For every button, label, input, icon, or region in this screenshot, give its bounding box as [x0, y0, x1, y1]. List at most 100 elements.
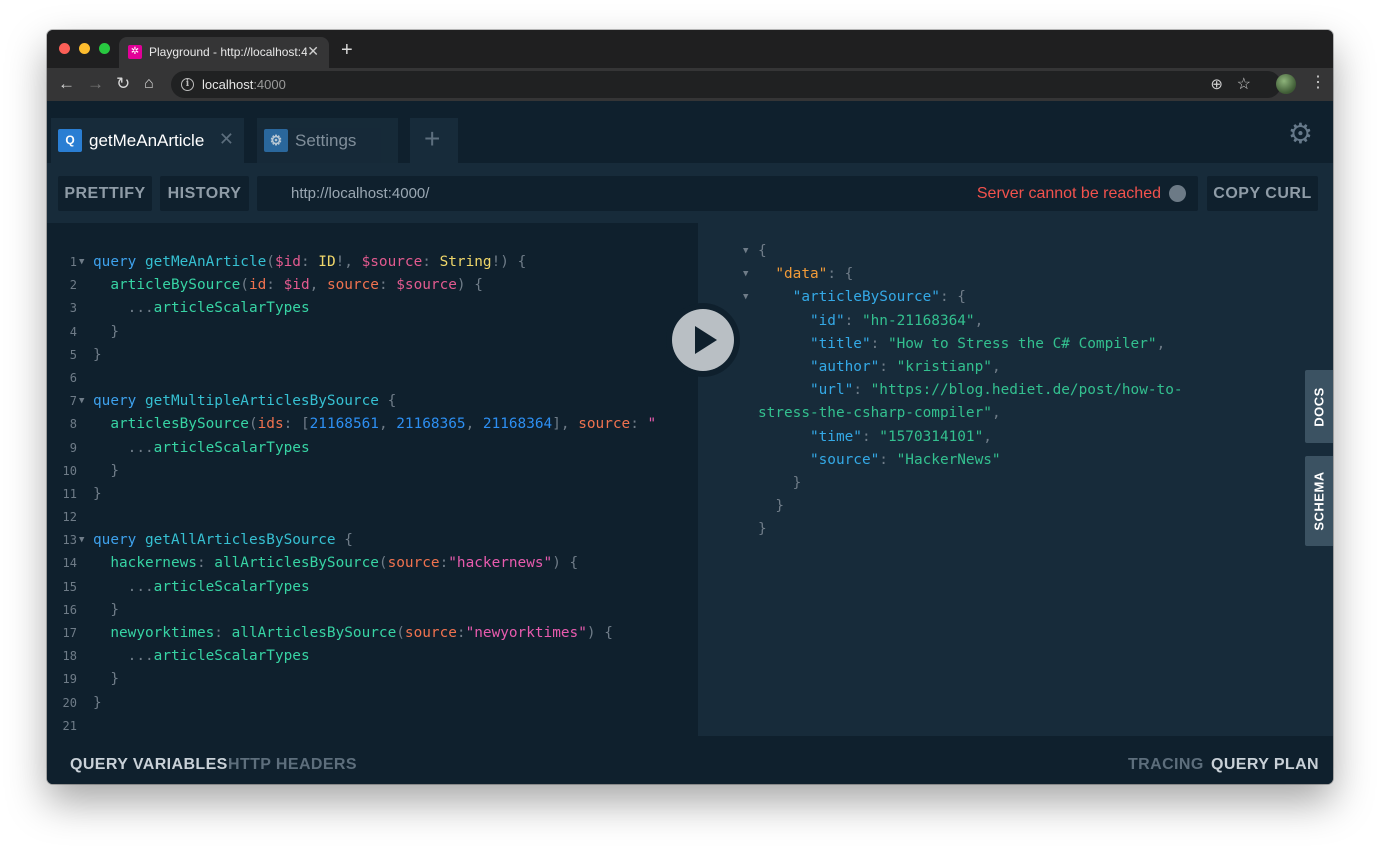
close-window-button[interactable] [59, 43, 70, 54]
line-number: 4 [69, 324, 77, 339]
tracing-tab[interactable]: TRACING [1128, 756, 1204, 774]
browser-tab-title: Playground - http://localhost:4000 [149, 45, 307, 59]
fold-arrow-icon[interactable]: ▼ [743, 240, 748, 263]
code-text: } [93, 599, 119, 622]
minimize-window-button[interactable] [79, 43, 90, 54]
info-icon[interactable]: i [181, 78, 194, 91]
code-token: "How to Stress the C# Compiler" [887, 335, 1157, 352]
fold-arrow-icon[interactable]: ▼ [79, 251, 84, 274]
query-editor[interactable]: 1 ▼ query getMeAnArticle($id: ID!, $source… [47, 223, 698, 736]
code-token: String [439, 254, 492, 270]
code-token: } [93, 346, 102, 363]
bottom-bar: QUERY VARIABLES HTTP HEADERS TRACING QUE… [47, 736, 1333, 784]
line-number: 10 [62, 463, 77, 478]
code-token: : [630, 416, 648, 433]
home-icon[interactable]: ⌂ [144, 73, 154, 95]
history-button[interactable]: HISTORY [160, 176, 249, 211]
code-text: articlesBySource(ids: [21168561, 2116836… [93, 413, 656, 436]
code-token: !) { [491, 254, 527, 270]
tab-label: Settings [295, 131, 357, 150]
browser-menu-icon[interactable]: ⋮ [1310, 72, 1326, 92]
code-token: allArticlesBySource [214, 555, 379, 572]
prettify-button[interactable]: PRETTIFY [58, 176, 152, 211]
schema-tab[interactable]: SCHEMA [1305, 456, 1333, 546]
code-text: } [93, 321, 119, 344]
address-text: localhost:4000 [202, 77, 286, 92]
line-number: 3 [69, 301, 77, 316]
code-token: , [991, 358, 1001, 375]
code-token: newyorktimes [110, 625, 215, 641]
code-token: "1570314101" [879, 428, 984, 445]
tab-settings[interactable]: ⚙ Settings [257, 118, 398, 163]
code-token: "data" [775, 266, 828, 283]
zoom-icon[interactable]: ⊕ [1210, 75, 1223, 93]
code-token: ( [396, 625, 405, 641]
code-token: articlesBySource [110, 416, 249, 433]
code-text: "url": "https://blog.hediet.de/post/how-… [758, 379, 1183, 402]
code-token: { [378, 393, 397, 410]
fold-arrow-icon[interactable]: ▼ [743, 263, 748, 286]
maximize-window-button[interactable] [99, 43, 110, 54]
code-token: { [758, 243, 767, 259]
fold-arrow-icon[interactable]: ▼ [79, 529, 84, 552]
code-token: } [93, 323, 119, 340]
close-tab-icon[interactable]: ✕ [307, 43, 319, 59]
code-text: } [93, 668, 119, 691]
code-token: : [456, 625, 466, 641]
tab-getmeanarticle[interactable]: Q getMeAnArticle ✕ [51, 118, 244, 163]
line-number: 17 [62, 626, 77, 640]
code-text: ...articleScalarTypes [93, 576, 310, 599]
back-arrow-icon[interactable]: ← [58, 73, 75, 95]
code-token: hackernews [110, 555, 197, 572]
code-token: : [378, 277, 397, 294]
code-token: : [861, 428, 880, 445]
result-viewer: ▼{▼ "data": {▼ "articleBySource": { "id"… [698, 223, 1333, 736]
http-headers-tab[interactable]: HTTP HEADERS [228, 756, 357, 774]
code-token: , [309, 277, 327, 294]
code-token: "hn-21168364" [861, 312, 975, 329]
code-token: ... [93, 439, 154, 456]
status-dot-icon [1169, 185, 1186, 202]
query-plan-tab[interactable]: QUERY PLAN [1211, 756, 1319, 774]
code-token: : [870, 335, 888, 352]
endpoint-input[interactable]: http://localhost:4000/ Server cannot be … [257, 176, 1198, 211]
code-text: "articleBySource": { [758, 286, 966, 309]
add-tab-button[interactable]: + [410, 118, 458, 163]
query-variables-tab[interactable]: QUERY VARIABLES [70, 756, 228, 774]
code-token: query [93, 254, 145, 270]
code-token: query [93, 532, 145, 549]
code-token: : { [939, 289, 966, 306]
code-token: , [378, 416, 397, 433]
close-icon[interactable]: ✕ [219, 129, 234, 150]
copy-curl-button[interactable]: COPY CURL [1207, 176, 1318, 211]
bookmark-star-icon[interactable]: ☆ [1237, 74, 1251, 94]
code-text: "source": "HackerNews" [758, 449, 1001, 472]
execute-query-button[interactable] [666, 303, 740, 377]
url-host: localhost [202, 77, 254, 92]
new-tab-button[interactable]: + [341, 38, 353, 62]
address-bar[interactable]: i localhost:4000 ⊕ ☆ [171, 71, 1281, 98]
profile-avatar[interactable] [1276, 74, 1296, 94]
settings-gear-icon[interactable]: ⚙ [1288, 117, 1313, 150]
code-text: } [93, 483, 102, 506]
fold-arrow-icon[interactable]: ▼ [79, 390, 84, 413]
code-text: "title": "How to Stress the C# Compiler"… [758, 333, 1165, 356]
code-token: id [248, 277, 267, 294]
forward-arrow-icon[interactable]: → [87, 73, 104, 95]
reload-icon[interactable]: ↻ [116, 73, 130, 95]
code-text: stress-the-csharp-compiler", [758, 402, 1001, 425]
line-number: 2 [69, 278, 77, 293]
code-token: : [214, 625, 232, 641]
code-token: articleScalarTypes [153, 578, 310, 595]
code-token: getMeAnArticle [144, 254, 267, 270]
browser-tab[interactable]: ✲ Playground - http://localhost:4000 ✕ [119, 37, 329, 68]
fold-arrow-icon[interactable]: ▼ [743, 286, 748, 309]
docs-tab[interactable]: DOCS [1305, 370, 1333, 443]
code-token: , [974, 312, 984, 329]
execute-query-circle [672, 309, 734, 371]
playground-app: Q getMeAnArticle ✕ ⚙ Settings + ⚙ PRETTI… [47, 101, 1333, 784]
code-token: !, [335, 254, 362, 270]
